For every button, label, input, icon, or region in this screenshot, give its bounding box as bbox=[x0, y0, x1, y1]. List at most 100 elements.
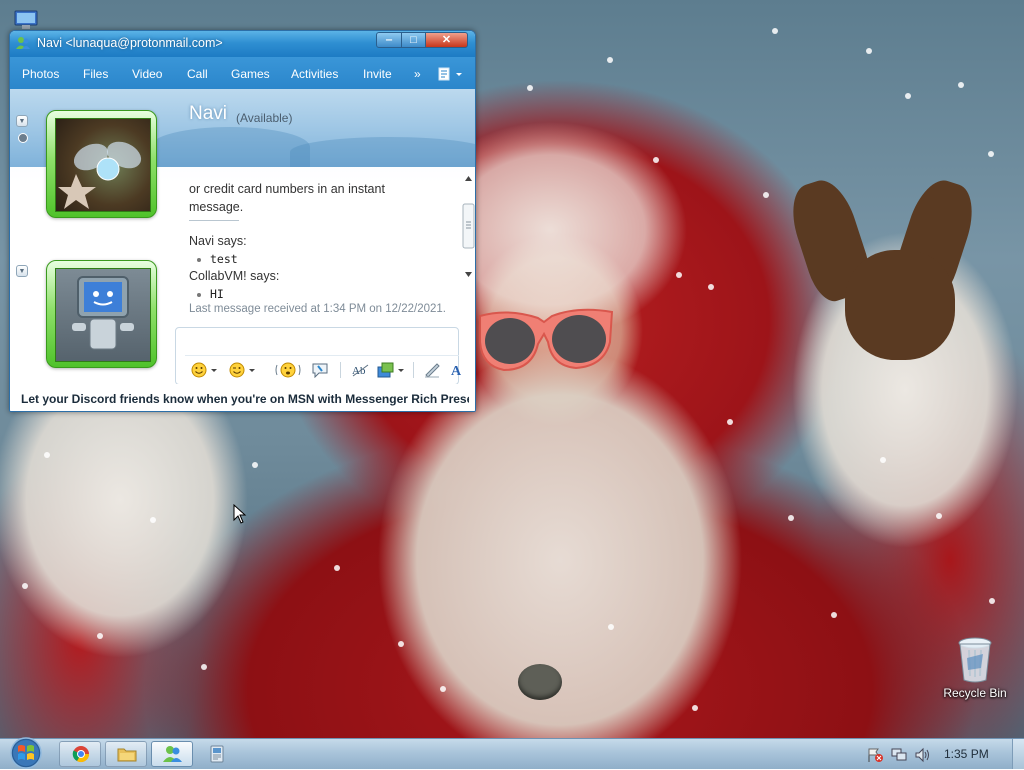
maximize-button[interactable]: □ bbox=[401, 32, 426, 48]
taskbar-pinned-app-icon[interactable] bbox=[209, 745, 225, 763]
action-center-flag-icon[interactable] bbox=[866, 747, 884, 763]
my-avatar[interactable] bbox=[46, 260, 157, 368]
options-menu-icon[interactable] bbox=[438, 67, 464, 81]
santa-sunglasses bbox=[479, 308, 614, 372]
snowflake bbox=[676, 272, 682, 278]
messenger-buddy-icon bbox=[16, 37, 30, 49]
robot-icon bbox=[72, 276, 134, 350]
taskbar-msn-messenger[interactable] bbox=[151, 741, 193, 767]
volume-icon[interactable] bbox=[914, 747, 932, 763]
snowflake bbox=[608, 624, 614, 630]
chrome-icon bbox=[72, 746, 90, 763]
taskbar: 1:35 PM bbox=[0, 736, 1024, 770]
formatting-toolbar: A b A bbox=[185, 355, 462, 384]
fairy-ornament-icon bbox=[58, 141, 142, 209]
contact-status: (Available) bbox=[236, 111, 293, 125]
snowflake bbox=[252, 462, 258, 468]
file-explorer-icon bbox=[117, 748, 137, 762]
transcript-scrollbar[interactable] bbox=[461, 172, 476, 282]
menu-activities[interactable]: Activities bbox=[291, 67, 338, 81]
webcam-icon[interactable] bbox=[18, 133, 28, 143]
contact-avatar[interactable] bbox=[46, 110, 157, 218]
window-title: Navi <lunaqua@protonmail.com> bbox=[37, 36, 223, 50]
message-divider bbox=[189, 220, 239, 221]
message-text: message. bbox=[189, 200, 244, 214]
header-decoration bbox=[150, 127, 310, 167]
snowflake bbox=[989, 598, 995, 604]
message-text: or credit card numbers in an instant bbox=[189, 182, 385, 196]
recycle-bin-icon bbox=[958, 637, 992, 683]
snowflake bbox=[958, 82, 964, 88]
wink-icon[interactable] bbox=[229, 362, 259, 378]
recycle-bin-label: Recycle Bin bbox=[943, 686, 1007, 700]
show-desktop-button[interactable] bbox=[1012, 739, 1024, 769]
bullet bbox=[197, 292, 201, 297]
message-sender: Navi says: bbox=[189, 234, 247, 248]
snowflake bbox=[201, 664, 207, 670]
msn-messenger-icon bbox=[163, 746, 182, 762]
menu-games[interactable]: Games bbox=[231, 67, 270, 81]
snowflake bbox=[708, 284, 714, 290]
system-clock[interactable]: 1:35 PM bbox=[944, 747, 989, 761]
collapse-contact-picture-button[interactable]: ▼ bbox=[16, 115, 28, 127]
snowflake bbox=[788, 515, 794, 521]
advertisement-bar[interactable]: Let your Discord friends know when you'r… bbox=[10, 384, 475, 411]
menu-more[interactable]: » bbox=[414, 67, 421, 81]
taskbar-chrome[interactable] bbox=[59, 741, 101, 767]
font-icon[interactable]: A b bbox=[351, 362, 371, 378]
snowflake bbox=[905, 93, 911, 99]
menu-invite[interactable]: Invite bbox=[363, 67, 392, 81]
message-body: test bbox=[197, 252, 238, 266]
conversation-transcript[interactable]: or credit card numbers in an instant mes… bbox=[189, 172, 459, 322]
menu-video[interactable]: Video bbox=[132, 67, 162, 81]
start-button[interactable] bbox=[6, 736, 46, 770]
desktop-icon-computer[interactable] bbox=[14, 10, 38, 30]
snowflake bbox=[866, 48, 872, 54]
advertisement-text[interactable]: Let your Discord friends know when you'r… bbox=[21, 392, 469, 406]
close-button[interactable]: ✕ bbox=[425, 32, 468, 48]
contact-name: Navi bbox=[189, 103, 228, 124]
menu-call[interactable]: Call bbox=[187, 67, 208, 81]
snowflake bbox=[936, 513, 942, 519]
voice-clip-icon[interactable] bbox=[311, 362, 329, 378]
svg-text:A: A bbox=[451, 364, 462, 378]
santa-glove bbox=[845, 250, 955, 360]
menu-files[interactable]: Files bbox=[83, 67, 108, 81]
menu-photos[interactable]: Photos bbox=[22, 67, 59, 81]
minimize-button[interactable]: ‒ bbox=[376, 32, 402, 48]
fairy-ornament-picture bbox=[55, 118, 151, 212]
svg-text:A: A bbox=[352, 365, 360, 377]
text-color-icon[interactable]: A bbox=[449, 362, 465, 378]
snowflake bbox=[22, 583, 28, 589]
toolbar-separator bbox=[340, 362, 341, 378]
network-icon[interactable] bbox=[890, 747, 908, 763]
snowflake bbox=[334, 565, 340, 571]
message-text: test bbox=[210, 252, 238, 266]
handwriting-icon[interactable] bbox=[423, 362, 441, 378]
collapse-my-picture-button[interactable]: ▼ bbox=[16, 265, 28, 277]
snowflake bbox=[772, 28, 778, 34]
computer-icon bbox=[14, 10, 38, 29]
snowflake bbox=[440, 686, 446, 692]
snowflake bbox=[653, 157, 659, 163]
snowflake bbox=[527, 85, 533, 91]
snowflake bbox=[692, 705, 698, 711]
desktop-icon-recycle-bin[interactable]: Recycle Bin bbox=[942, 636, 1008, 700]
coat-button bbox=[518, 664, 562, 700]
snowflake bbox=[150, 517, 156, 523]
emoticon-icon[interactable] bbox=[191, 362, 221, 378]
snowflake bbox=[607, 57, 613, 63]
snowflake bbox=[727, 419, 733, 425]
messenger-conversation-window: Navi <lunaqua@protonmail.com> ‒ □ ✕ Phot… bbox=[9, 30, 476, 412]
snowflake bbox=[97, 633, 103, 639]
snowflake bbox=[763, 192, 769, 198]
header-decoration bbox=[290, 137, 475, 167]
menu-bar: Photos Files Video Call Games Activities… bbox=[10, 57, 475, 90]
title-bar[interactable]: Navi <lunaqua@protonmail.com> ‒ □ ✕ bbox=[10, 31, 475, 57]
toolbar-separator bbox=[413, 362, 414, 378]
robot-picture bbox=[55, 268, 151, 362]
taskbar-file-explorer[interactable] bbox=[105, 741, 147, 767]
nudge-icon[interactable] bbox=[275, 362, 301, 378]
snowflake bbox=[398, 641, 404, 647]
background-icon[interactable] bbox=[377, 362, 407, 378]
